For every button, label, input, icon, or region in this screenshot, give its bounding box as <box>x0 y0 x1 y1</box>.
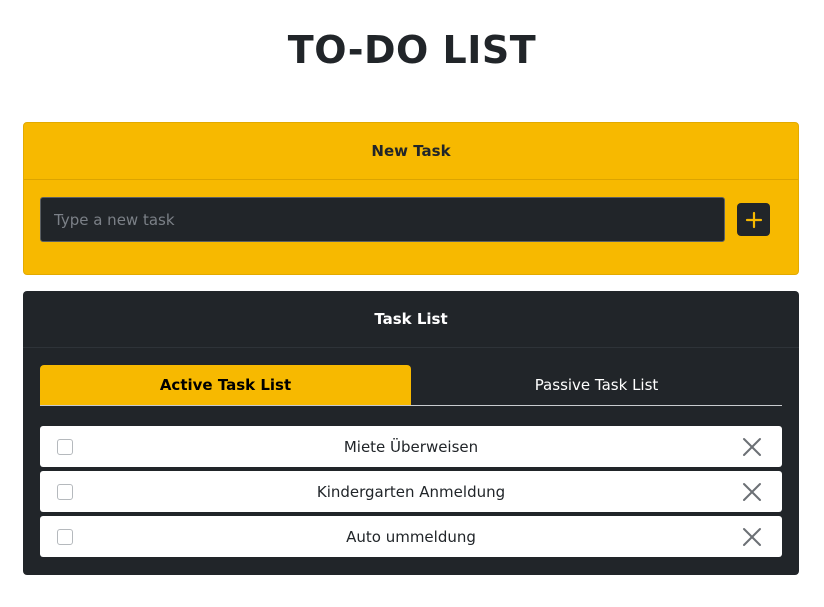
tab-active-tasks[interactable]: Active Task List <box>40 365 411 405</box>
add-task-button[interactable] <box>737 203 770 236</box>
close-icon[interactable] <box>741 481 763 503</box>
task-list-header: Task List <box>23 291 799 348</box>
task-checkbox[interactable] <box>57 439 73 455</box>
task-checkbox[interactable] <box>57 529 73 545</box>
close-icon[interactable] <box>741 526 763 548</box>
task-text: Kindergarten Anmeldung <box>316 482 506 501</box>
task-list-card: Task List Active Task List Passive Task … <box>23 291 799 575</box>
new-task-header: New Task <box>24 123 798 180</box>
task-tabs: Active Task List Passive Task List <box>40 365 782 406</box>
new-task-card: New Task <box>23 122 799 275</box>
task-checkbox[interactable] <box>57 484 73 500</box>
close-icon[interactable] <box>741 436 763 458</box>
task-row: Kindergarten Anmeldung <box>40 471 782 512</box>
task-row: Miete Überweisen <box>40 426 782 467</box>
tab-passive-tasks[interactable]: Passive Task List <box>411 365 782 405</box>
new-task-input[interactable] <box>40 197 725 242</box>
plus-icon <box>745 211 762 228</box>
task-text: Auto ummeldung <box>346 527 476 546</box>
page-title: TO-DO LIST <box>287 28 537 72</box>
task-row: Auto ummeldung <box>40 516 782 557</box>
task-text: Miete Überweisen <box>343 437 479 456</box>
